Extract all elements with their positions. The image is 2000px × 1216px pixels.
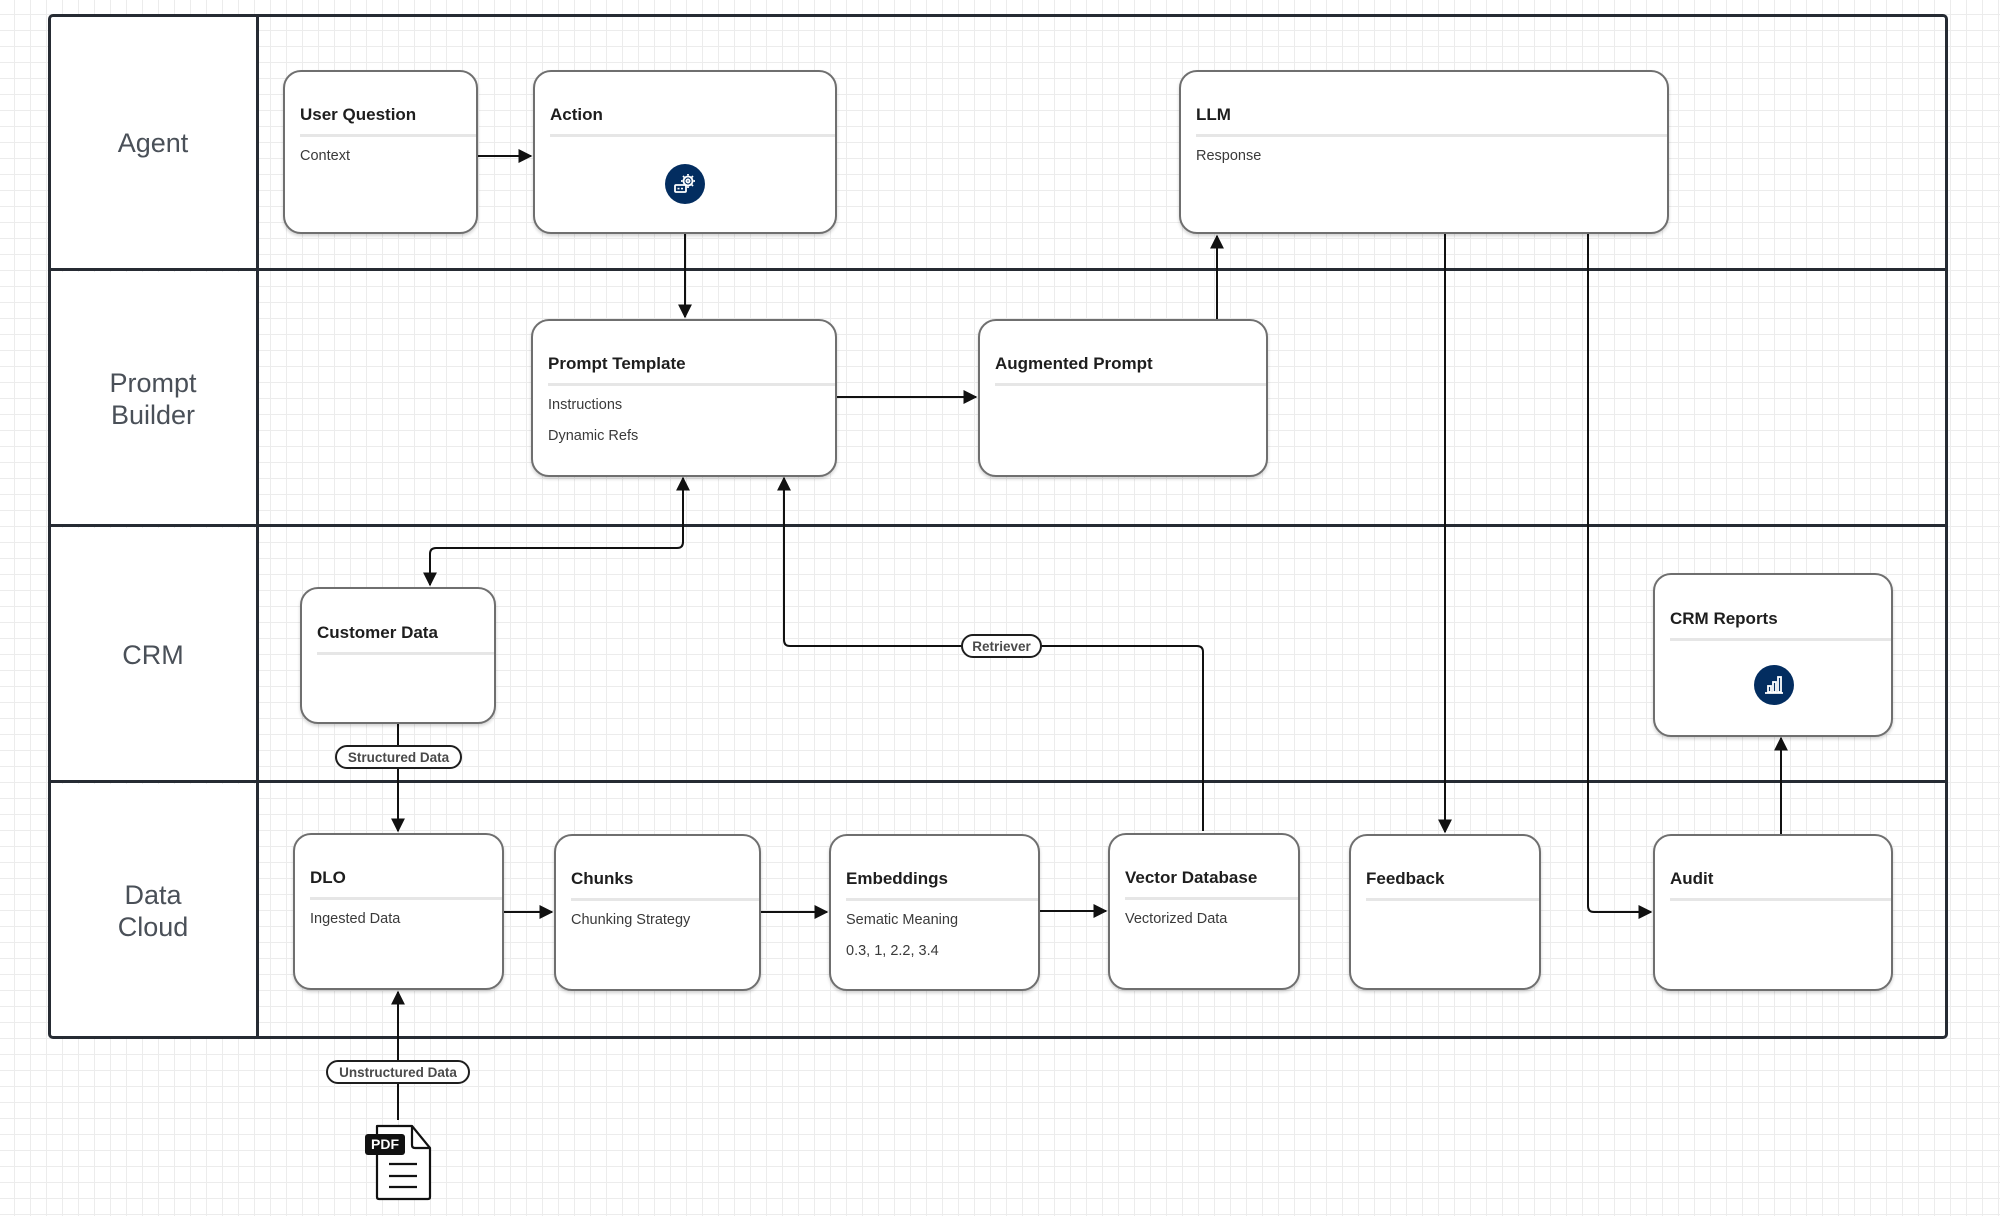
node-title: Chunks	[571, 869, 759, 901]
node-title: DLO	[310, 868, 502, 900]
edge-llm-to-audit[interactable]	[1587, 234, 1653, 919]
edge-label-unstructured-data: Unstructured Data	[326, 1060, 470, 1084]
node-customer-data[interactable]: Customer Data	[300, 587, 496, 724]
node-title: CRM Reports	[1670, 609, 1891, 641]
node-title: LLM	[1196, 105, 1667, 137]
node-title: Feedback	[1366, 869, 1539, 901]
node-augmented-prompt[interactable]: Augmented Prompt	[978, 319, 1268, 477]
pdf-label: PDF	[371, 1136, 399, 1152]
node-title: Embeddings	[846, 869, 1038, 901]
node-embeddings[interactable]: Embeddings Sematic Meaning 0.3, 1, 2.2, …	[829, 834, 1040, 991]
edge-prompt-template-customer-data[interactable]	[423, 476, 690, 587]
node-detail: Response	[1196, 148, 1262, 164]
node-prompt-template[interactable]: Prompt Template Instructions Dynamic Ref…	[531, 319, 837, 477]
node-vector-database[interactable]: Vector Database Vectorized Data	[1108, 833, 1300, 990]
node-action[interactable]: Action	[533, 70, 837, 234]
node-title: Audit	[1670, 869, 1891, 901]
node-detail: Sematic Meaning	[846, 912, 959, 928]
pdf-document-icon: PDF	[365, 1122, 435, 1202]
node-chunks[interactable]: Chunks Chunking Strategy	[554, 834, 761, 991]
node-title: Prompt Template	[548, 354, 835, 386]
node-title: Augmented Prompt	[995, 354, 1266, 386]
node-user-question[interactable]: User Question Context	[283, 70, 478, 234]
node-audit[interactable]: Audit	[1653, 834, 1893, 991]
node-dlo[interactable]: DLO Ingested Data	[293, 833, 504, 990]
diagram-canvas: Agent Prompt Builder CRM Data Cloud User…	[0, 0, 2000, 1216]
node-feedback[interactable]: Feedback	[1349, 834, 1541, 990]
action-gear-icon	[665, 164, 705, 204]
node-crm-reports[interactable]: CRM Reports	[1653, 573, 1893, 737]
node-title: Customer Data	[317, 623, 494, 655]
node-detail: Instructions	[548, 397, 623, 413]
node-title: Action	[550, 105, 835, 137]
node-title: Vector Database	[1125, 868, 1298, 900]
bar-chart-icon	[1754, 665, 1794, 705]
node-detail: Vectorized Data	[1125, 911, 1228, 927]
node-title: User Question	[300, 105, 476, 137]
edge-label-retriever: Retriever	[961, 634, 1042, 658]
node-detail: 0.3, 1, 2.2, 3.4	[846, 943, 939, 959]
node-detail: Dynamic Refs	[548, 428, 639, 444]
node-detail: Chunking Strategy	[571, 912, 691, 928]
node-llm[interactable]: LLM Response	[1179, 70, 1669, 234]
edge-label-structured-data: Structured Data	[335, 745, 462, 769]
node-detail: Ingested Data	[310, 911, 401, 927]
node-detail: Context	[300, 148, 350, 164]
